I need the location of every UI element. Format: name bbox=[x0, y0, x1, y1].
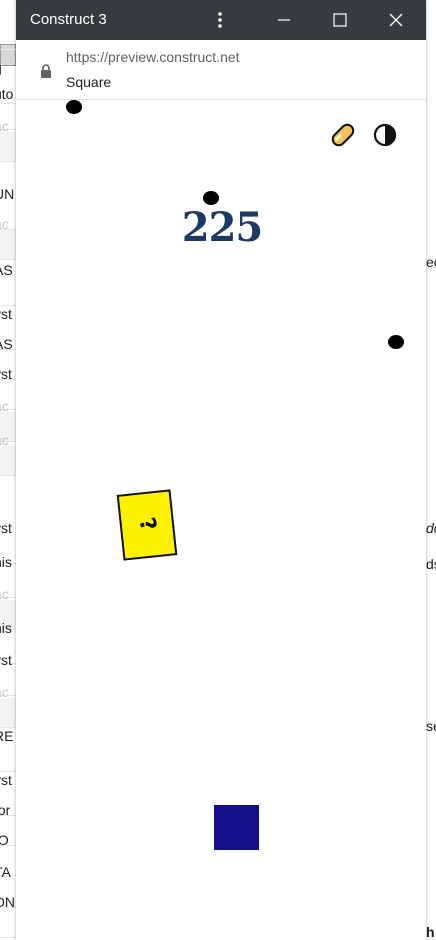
background-row bbox=[0, 230, 16, 260]
menu-button[interactable] bbox=[200, 0, 240, 40]
window-title: Construct 3 bbox=[30, 11, 107, 28]
address-bar: https://preview.construct.net Square bbox=[16, 40, 426, 100]
close-icon bbox=[389, 13, 403, 27]
player-square[interactable] bbox=[214, 805, 259, 850]
powerup-button[interactable] bbox=[328, 120, 358, 150]
contrast-button[interactable] bbox=[370, 120, 400, 150]
background-text: ac bbox=[0, 684, 9, 700]
background-text: ac bbox=[0, 432, 9, 448]
background-row bbox=[0, 742, 16, 772]
background-text: TA bbox=[0, 864, 11, 880]
contrast-icon bbox=[373, 123, 397, 147]
game-canvas[interactable]: 225 ? bbox=[16, 100, 426, 940]
minimize-button[interactable] bbox=[264, 0, 304, 40]
maximize-icon bbox=[333, 13, 347, 27]
page-title: Square bbox=[66, 74, 112, 90]
background-text: g bbox=[0, 60, 2, 76]
ball bbox=[203, 191, 219, 205]
background-text: RE bbox=[0, 728, 14, 744]
background-row bbox=[0, 40, 16, 50]
mystery-block-label: ? bbox=[133, 514, 161, 535]
window-titlebar[interactable]: Construct 3 bbox=[16, 0, 426, 40]
background-text: ds bbox=[426, 556, 436, 572]
background-text: yst bbox=[0, 520, 12, 536]
ball bbox=[66, 100, 82, 114]
lock-icon[interactable] bbox=[40, 64, 52, 78]
score-counter: 225 bbox=[181, 204, 264, 251]
background-text: yst bbox=[0, 366, 12, 382]
background-text: ac bbox=[0, 586, 9, 602]
page-url[interactable]: https://preview.construct.net bbox=[66, 49, 240, 65]
background-text: AS bbox=[0, 262, 13, 278]
background-row bbox=[0, 698, 16, 728]
background-text: AS bbox=[0, 336, 13, 352]
background-text: h bbox=[426, 924, 435, 940]
background-text: uto bbox=[0, 86, 14, 102]
background-text: yst bbox=[0, 772, 12, 788]
minimize-icon bbox=[278, 19, 290, 21]
background-text: do bbox=[426, 520, 436, 536]
background-text: yst bbox=[0, 306, 12, 322]
background-text: ac bbox=[0, 118, 9, 134]
background-text: nis bbox=[0, 620, 12, 636]
background-row bbox=[0, 132, 16, 162]
background-text: ec bbox=[426, 254, 436, 270]
preview-window: Construct 3 https://preview.construct.ne… bbox=[16, 0, 426, 940]
background-text: IO bbox=[0, 832, 9, 848]
background-text: ON bbox=[0, 894, 15, 910]
background-text: yst bbox=[0, 652, 12, 668]
background-text: UN bbox=[0, 186, 15, 202]
background-text: ac bbox=[0, 216, 9, 232]
background-row bbox=[0, 446, 16, 476]
maximize-button[interactable] bbox=[320, 0, 360, 40]
background-text: nis bbox=[0, 554, 12, 570]
background-app-left: egutoacUNacASystASystacacystnisacnisysta… bbox=[0, 40, 16, 940]
mystery-block: ? bbox=[116, 489, 178, 561]
background-row bbox=[0, 276, 16, 306]
vertical-dots-icon bbox=[218, 12, 222, 28]
ball bbox=[388, 335, 404, 349]
close-button[interactable] bbox=[376, 0, 416, 40]
background-text: ac bbox=[0, 398, 9, 414]
background-text: for bbox=[0, 802, 11, 818]
background-text: se bbox=[426, 718, 436, 734]
pill-icon bbox=[331, 123, 355, 147]
background-app-right: ec do ds se h bbox=[426, 40, 436, 940]
background-row bbox=[0, 908, 16, 938]
